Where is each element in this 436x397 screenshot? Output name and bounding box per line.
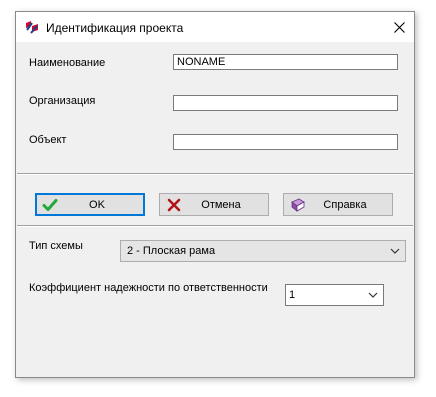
- chevron-down-icon: [368, 292, 378, 298]
- reliability-coefficient-label: Коэффициент надежности по ответственност…: [29, 282, 268, 294]
- scheme-type-select[interactable]: 2 - Плоская рама: [120, 240, 406, 262]
- close-button[interactable]: [384, 12, 414, 42]
- checkmark-icon: [42, 199, 58, 211]
- name-label: Наименование: [29, 57, 106, 69]
- organization-field[interactable]: [173, 95, 398, 111]
- reliability-coefficient-select[interactable]: 1: [285, 284, 384, 306]
- scheme-type-label: Тип схемы: [29, 240, 83, 252]
- title-bar: Идентификация проекта: [16, 12, 414, 42]
- ok-button[interactable]: OK: [35, 193, 145, 216]
- app-logo-icon: [25, 20, 39, 34]
- reliability-coefficient-value: 1: [289, 289, 296, 301]
- name-field[interactable]: NONAME: [173, 54, 398, 70]
- book-icon: [291, 198, 305, 212]
- help-button[interactable]: Справка: [283, 193, 393, 216]
- object-label: Объект: [29, 134, 67, 146]
- separator-bottom: [17, 225, 413, 227]
- cancel-button[interactable]: Отмена: [159, 193, 269, 216]
- cross-icon: [167, 198, 181, 212]
- close-icon: [393, 21, 405, 33]
- scheme-type-value: 2 - Плоская рама: [127, 245, 216, 257]
- window-title: Идентификация проекта: [46, 21, 184, 35]
- project-identification-dialog: Идентификация проекта Наименование NONAM…: [15, 11, 415, 378]
- organization-label: Организация: [29, 95, 96, 107]
- separator-top: [17, 173, 413, 175]
- chevron-down-icon: [390, 248, 400, 254]
- object-field[interactable]: [173, 134, 398, 150]
